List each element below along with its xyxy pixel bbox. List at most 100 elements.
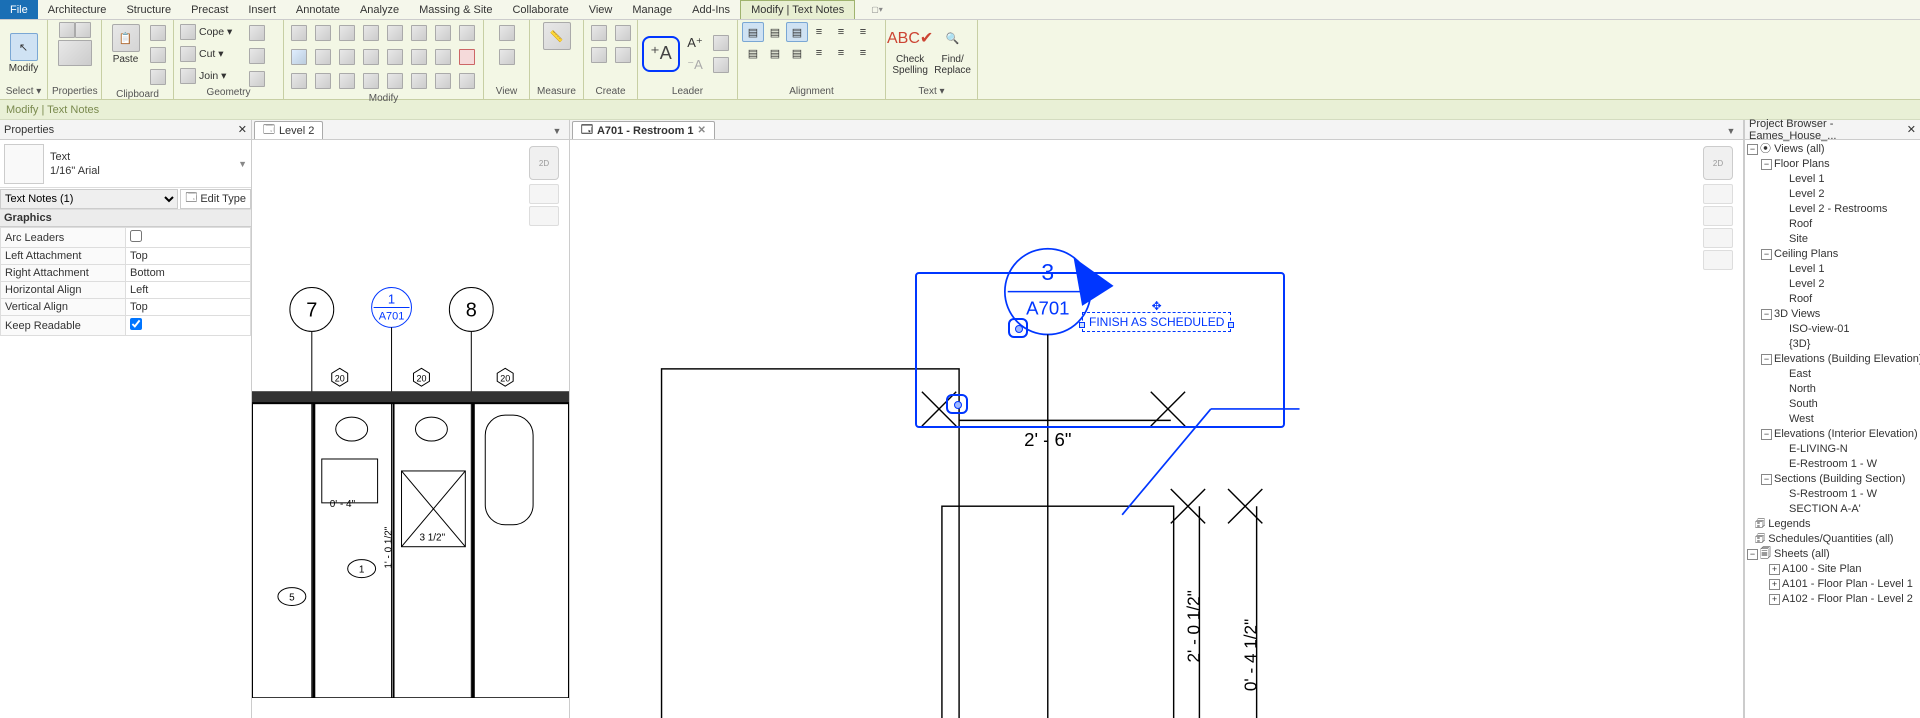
mod-icon-d[interactable] [360, 70, 382, 92]
browser-item-3d[interactable]: {3D} [1745, 337, 1920, 352]
check-spelling-button[interactable]: ABC✔Check Spelling [890, 22, 930, 78]
cope-button[interactable]: Cope ▾ [178, 22, 234, 42]
mod-icon-e[interactable] [384, 70, 406, 92]
match-icon[interactable] [147, 66, 169, 88]
tree-toggle-sheets[interactable]: − [1747, 549, 1758, 560]
browser-item-west[interactable]: West [1745, 412, 1920, 427]
add-left-leader-icon[interactable]: ⁺A [646, 40, 676, 68]
prop-row-right-attachment[interactable]: Right AttachmentBottom [1, 265, 251, 282]
align-h-right[interactable]: ≡ [852, 22, 874, 42]
align-top-center[interactable]: ▤ [764, 22, 786, 42]
browser-item-site[interactable]: Site [1745, 232, 1920, 247]
tab-add-ins[interactable]: Add-Ins [682, 0, 740, 19]
create-icon-1[interactable] [588, 22, 610, 44]
properties-icon-2[interactable] [58, 40, 92, 66]
array-icon[interactable] [408, 22, 430, 44]
align-justify-1[interactable]: ≡ [808, 43, 830, 63]
browser-item-level2-restrooms[interactable]: Level 2 - Restrooms [1745, 202, 1920, 217]
browser-item-iso[interactable]: ISO-view-01 [1745, 322, 1920, 337]
keep-readable-checkbox[interactable] [130, 318, 142, 330]
align-h-left[interactable]: ≡ [808, 22, 830, 42]
align-top-right[interactable]: ▤ [786, 22, 808, 42]
properties-icon[interactable] [59, 22, 75, 38]
tab-overflow[interactable]: ▢▾ [855, 0, 893, 19]
remove-leader-icon[interactable]: ⁻A [684, 54, 706, 76]
mod-icon-g[interactable] [432, 70, 454, 92]
tab-modify-text-notes[interactable]: Modify | Text Notes [740, 0, 855, 19]
join-button[interactable]: Join ▾ [178, 66, 228, 86]
cut-icon[interactable] [147, 22, 169, 44]
geom-icon-3[interactable] [246, 68, 268, 90]
browser-item-a102[interactable]: +A102 - Floor Plan - Level 2 [1745, 592, 1920, 607]
leader-shoulder-grip[interactable] [1008, 318, 1028, 338]
tab-analyze[interactable]: Analyze [350, 0, 409, 19]
tree-toggle-3dviews[interactable]: − [1761, 309, 1772, 320]
view-icon-2[interactable] [496, 46, 518, 68]
edit-type-button[interactable]: 🗔Edit Type [180, 189, 251, 209]
align-mid-center[interactable]: ▤ [764, 43, 786, 63]
tree-toggle-ceilingplans[interactable]: − [1761, 249, 1772, 260]
prop-row-keep-readable[interactable]: Keep Readable [1, 316, 251, 336]
tree-toggle-floorplans[interactable]: − [1761, 159, 1772, 170]
align-mid-right[interactable]: ▤ [786, 43, 808, 63]
group-select-label[interactable]: Select ▾ [4, 85, 43, 99]
prop-row-horizontal-align[interactable]: Horizontal AlignLeft [1, 282, 251, 299]
browser-item-level1[interactable]: Level 1 [1745, 172, 1920, 187]
tree-toggle-views[interactable]: − [1747, 144, 1758, 155]
align-h-center[interactable]: ≡ [830, 22, 852, 42]
browser-item-east[interactable]: East [1745, 367, 1920, 382]
browser-item-e-restroom-1-w[interactable]: E-Restroom 1 - W [1745, 457, 1920, 472]
browser-item-roof[interactable]: Roof [1745, 217, 1920, 232]
browser-item-s-restroom-1-w[interactable]: S-Restroom 1 - W [1745, 487, 1920, 502]
prop-row-vertical-align[interactable]: Vertical AlignTop [1, 299, 251, 316]
type-selector[interactable]: Text 1/16" Arial ▼ [0, 140, 251, 188]
tab-manage[interactable]: Manage [622, 0, 682, 19]
tree-toggle-elev-i[interactable]: − [1761, 429, 1772, 440]
copy-move-icon[interactable] [336, 46, 358, 68]
align-icon[interactable] [288, 22, 310, 44]
properties-close-icon[interactable]: ✕ [238, 123, 247, 136]
split-icon[interactable] [384, 22, 406, 44]
add-right-leader-icon[interactable]: A⁺ [684, 32, 706, 54]
view-tab-dropdown-right[interactable]: ▼ [1723, 123, 1739, 139]
measure-icon[interactable]: 📏 [543, 22, 571, 50]
browser-item-cp-roof[interactable]: Roof [1745, 292, 1920, 307]
arc-leaders-checkbox[interactable] [130, 230, 142, 242]
view-icon-1[interactable] [496, 22, 518, 44]
browser-item-a101[interactable]: +A101 - Floor Plan - Level 1 [1745, 577, 1920, 592]
view-tab-a701[interactable]: 🗔A701 - Restroom 1✕ [572, 121, 715, 139]
copy-icon[interactable] [147, 44, 169, 66]
modify-cursor-icon[interactable]: ↖ [10, 33, 38, 61]
tab-massing-site[interactable]: Massing & Site [409, 0, 502, 19]
group-text-label[interactable]: Text ▾ [890, 85, 973, 99]
leader-end-grip[interactable] [946, 394, 968, 414]
prop-row-arc-leaders[interactable]: Arc Leaders [1, 228, 251, 248]
browser-tree[interactable]: −⦿ Views (all) −Floor Plans Level 1 Leve… [1745, 140, 1920, 718]
leader-arrow-icon[interactable] [710, 32, 732, 54]
prop-row-left-attachment[interactable]: Left AttachmentTop [1, 248, 251, 265]
view-tab-level2[interactable]: 🗔Level 2 [254, 121, 323, 139]
tab-structure[interactable]: Structure [116, 0, 181, 19]
browser-item-section-aa[interactable]: SECTION A-A' [1745, 502, 1920, 517]
mirror-draw-icon[interactable] [360, 22, 382, 44]
browser-item-legends[interactable]: 🗊 Legends [1745, 517, 1920, 532]
rotate-icon[interactable] [312, 46, 334, 68]
create-icon-4[interactable] [612, 44, 634, 66]
paste-button[interactable]: 📋Paste [106, 22, 145, 67]
delete-icon[interactable] [456, 46, 478, 68]
browser-item-north[interactable]: North [1745, 382, 1920, 397]
leader-line-icon[interactable] [710, 54, 732, 76]
trim-single-icon[interactable] [360, 46, 382, 68]
type-properties-icon[interactable] [75, 22, 91, 38]
unpin-icon[interactable] [432, 46, 454, 68]
tab-file[interactable]: File [0, 0, 38, 19]
mod-icon-a[interactable] [288, 70, 310, 92]
tab-collaborate[interactable]: Collaborate [502, 0, 578, 19]
browser-close-icon[interactable]: ✕ [1907, 123, 1916, 136]
geom-icon-2[interactable] [246, 45, 268, 67]
close-view-icon[interactable]: ✕ [698, 125, 706, 136]
tab-insert[interactable]: Insert [238, 0, 286, 19]
geom-icon-1[interactable] [246, 22, 268, 44]
browser-item-cp-level2[interactable]: Level 2 [1745, 277, 1920, 292]
mod-icon-f[interactable] [408, 70, 430, 92]
